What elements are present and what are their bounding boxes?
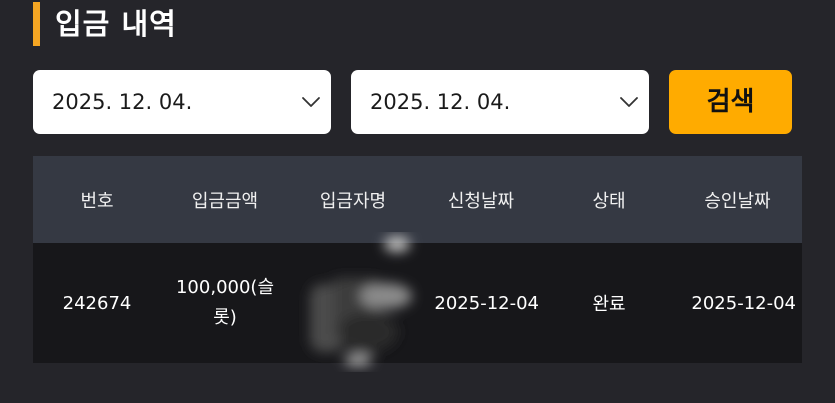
table-header-row: 번호 입금금액 입금자명 신청날짜 상태 승인날짜 [33, 156, 802, 243]
column-header-number: 번호 [80, 190, 114, 212]
cell-request-date-text: 2025-12-04 [434, 292, 539, 314]
end-date-select[interactable]: 2025. 12. 04. [351, 70, 649, 134]
cell-amount: 100,000(슬롯) [161, 243, 289, 363]
cell-amount-text: 100,000(슬롯) [175, 277, 275, 328]
column-header-status: 상태 [592, 190, 626, 212]
end-date-value: 2025. 12. 04. [370, 90, 511, 114]
title-accent-bar [33, 2, 40, 46]
cell-status: 완료 [592, 294, 626, 315]
start-date-value: 2025. 12. 04. [52, 90, 193, 114]
search-button[interactable]: 검색 [669, 70, 792, 134]
column-header-amount: 입금금액 [191, 190, 259, 212]
cell-approval-date: 2025-12-04 [673, 243, 802, 363]
chevron-down-icon [620, 97, 638, 107]
column-header-approval-date: 승인날짜 [704, 190, 771, 212]
start-date-select[interactable]: 2025. 12. 04. [33, 70, 331, 134]
cell-approval-date-text: 2025-12-04 [691, 292, 796, 314]
redaction-blur [310, 236, 412, 366]
cell-request-date: 2025-12-04 [417, 243, 545, 363]
column-header-request-date: 신청날짜 [447, 190, 515, 212]
chevron-down-icon [302, 97, 320, 107]
page-title: 입금 내역 [55, 7, 177, 41]
cell-number: 242674 [62, 292, 132, 314]
column-header-depositor: 입금자명 [319, 190, 387, 212]
